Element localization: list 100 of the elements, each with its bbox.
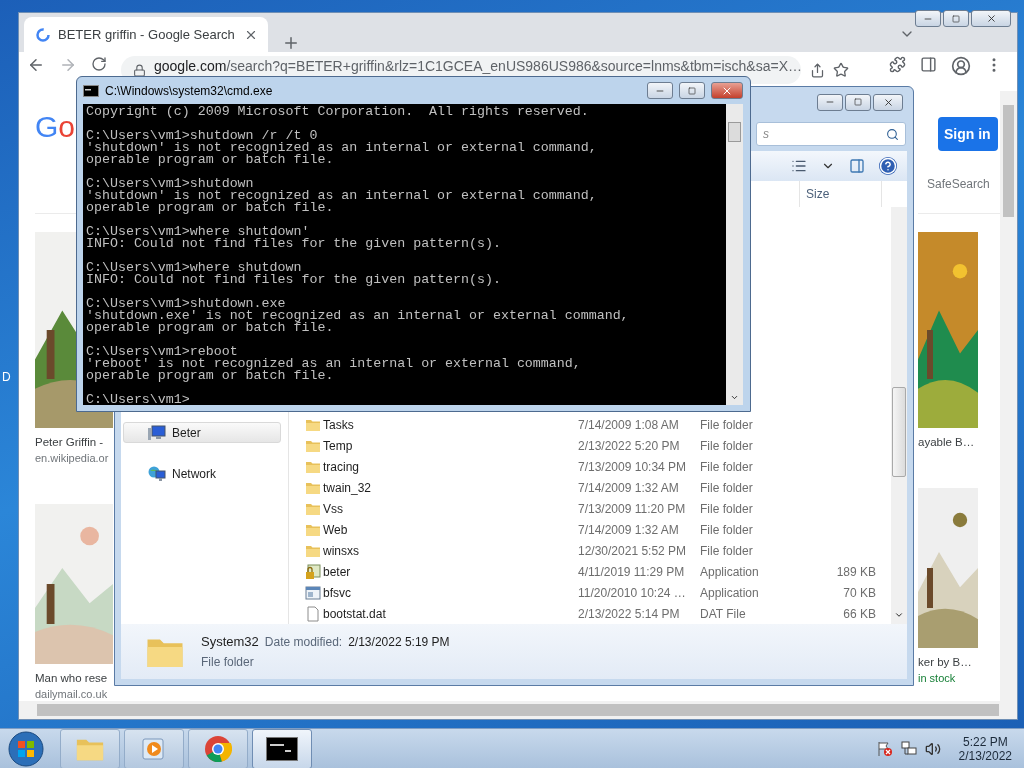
console-line: operable program or batch file.: [86, 322, 334, 334]
close-button[interactable]: [971, 10, 1011, 27]
result-caption[interactable]: Peter Griffin -: [35, 436, 104, 448]
file-name: Vss: [323, 501, 344, 516]
file-date: 4/11/2019 11:29 PM: [578, 564, 686, 579]
maximize-icon: [688, 86, 696, 95]
start-button[interactable]: [6, 729, 46, 768]
console-line: C:\Users\vm1>: [86, 394, 191, 405]
file-date: 2/13/2022 5:20 PM: [578, 438, 681, 453]
help-icon[interactable]: [879, 157, 897, 175]
console-line: operable program or batch file.: [86, 370, 335, 382]
browser-tab[interactable]: BETER griffin - Google Search: [24, 17, 268, 52]
flag-icon[interactable]: [876, 740, 893, 757]
console-line: INFO: Could not find files for the given pattern(s).: [86, 274, 502, 286]
file-row[interactable]: Vss 7/13/2009 11:20 PM File folder: [289, 498, 891, 519]
google-logo[interactable]: Go: [35, 111, 76, 143]
scroll-down-icon[interactable]: [730, 393, 739, 402]
search-icon: [886, 127, 899, 141]
padlock-app-icon: [305, 563, 321, 580]
console-line: operable program or batch file.: [86, 202, 335, 214]
file-row[interactable]: beter 4/11/2019 11:29 PM Application 189 KB: [289, 561, 891, 582]
file-row[interactable]: bootstat.dat 2/13/2022 5:14 PM DAT File 66 KB: [289, 603, 891, 624]
file-date: 2/13/2022 5:14 PM: [578, 606, 681, 621]
result-caption[interactable]: ayable B…: [918, 436, 975, 448]
file-type: DAT File: [700, 606, 747, 621]
volume-icon[interactable]: [924, 740, 941, 757]
console-line: 'shutdown.exe' is not recognized as an internal or external command,: [86, 310, 630, 322]
minimize-button[interactable]: [647, 82, 673, 99]
console-line: INFO: Could not find files for the given pattern(s).: [86, 238, 502, 250]
extensions-icon[interactable]: [889, 56, 906, 73]
result-caption[interactable]: ker by B…: [918, 656, 972, 668]
side-panel-icon[interactable]: [920, 56, 937, 73]
result-source: dailymail.co.uk: [35, 688, 108, 700]
file-row[interactable]: bfsvc 11/20/2010 10:24 … Application 70 KB: [289, 582, 891, 603]
minimize-button[interactable]: [817, 93, 843, 111]
vertical-scrollbar[interactable]: [891, 207, 907, 624]
file-name: Temp: [323, 438, 354, 453]
file-date: 7/14/2009 1:08 AM: [578, 417, 680, 432]
file-row[interactable]: Tasks 7/14/2009 1:08 AM File folder: [289, 414, 891, 435]
nav-item[interactable]: Network: [123, 463, 281, 484]
application-icon: [305, 584, 321, 601]
console-icon: [266, 736, 298, 761]
search-field[interactable]: s: [756, 122, 906, 146]
column-header[interactable]: Size: [800, 181, 882, 207]
file-type: Application: [700, 564, 760, 579]
console-line: C:\Users\vm1>shutdown: [86, 178, 254, 190]
horizontal-scrollbar[interactable]: [19, 701, 1017, 719]
star-icon[interactable]: [833, 62, 849, 78]
console-line: Copyright (c) 2009 Microsoft Corporation. All rights reserved.: [86, 106, 590, 118]
vertical-scrollbar[interactable]: [1000, 91, 1017, 701]
share-icon[interactable]: [810, 62, 825, 78]
nav-item[interactable]: Beter: [123, 422, 281, 443]
google-icon: [36, 27, 50, 42]
file-size: 66 KB: [842, 606, 876, 621]
file-size: 189 KB: [835, 564, 876, 579]
scroll-down-icon[interactable]: [894, 610, 904, 620]
result-caption[interactable]: Man who rese: [35, 672, 108, 684]
close-button[interactable]: [873, 93, 903, 111]
scrollbar-thumb[interactable]: [892, 387, 906, 477]
clock[interactable]: 5:22 PM 2/13/2022: [958, 734, 1012, 763]
maximize-icon: [854, 98, 862, 106]
file-type: File folder: [700, 417, 754, 432]
file-row[interactable]: winsxs 12/30/2021 5:52 PM File folder: [289, 540, 891, 561]
file-row[interactable]: Temp 2/13/2022 5:20 PM File folder: [289, 435, 891, 456]
file-row[interactable]: twain_32 7/14/2009 1:32 AM File folder: [289, 477, 891, 498]
details-type: File folder: [201, 655, 255, 669]
file-row[interactable]: Web 7/14/2009 1:32 AM File folder: [289, 519, 891, 540]
profile-icon[interactable]: [951, 56, 971, 76]
sign-in-button[interactable]: Sign in: [938, 117, 998, 151]
console-line: operable program or batch file.: [86, 154, 335, 166]
file-date: 7/13/2009 11:20 PM: [578, 501, 687, 516]
file-type: File folder: [700, 522, 754, 537]
file-date: 12/30/2021 5:52 PM: [578, 543, 688, 558]
taskbar-app[interactable]: [252, 728, 312, 768]
minimize-button[interactable]: [915, 10, 941, 27]
close-button[interactable]: [711, 82, 743, 99]
maximize-button[interactable]: [679, 82, 705, 99]
vertical-scrollbar[interactable]: [726, 104, 743, 405]
safesearch-filter[interactable]: SafeSearch: [927, 177, 1000, 191]
reload-icon[interactable]: [91, 56, 107, 72]
preview-pane-icon[interactable]: [849, 158, 865, 174]
file-row[interactable]: tracing 7/13/2009 10:34 PM File folder: [289, 456, 891, 477]
window-title: C:\Windows\system32\cmd.exe: [105, 83, 274, 98]
scrollbar-thumb[interactable]: [728, 122, 741, 142]
file-name: Tasks: [323, 417, 355, 432]
close-icon: [985, 13, 997, 24]
details-name: System32: [201, 634, 259, 649]
network-icon[interactable]: [900, 740, 917, 757]
file-date: 11/20/2010 10:24 …: [578, 585, 687, 600]
maximize-button[interactable]: [943, 10, 969, 27]
back-icon[interactable]: [27, 56, 45, 74]
chrome-icon: [204, 734, 232, 763]
desktop-icon-label[interactable]: D: [2, 370, 11, 384]
file-type: File folder: [700, 438, 754, 453]
console-line: 'reboot' is not recognized as an internal or external command,: [86, 358, 582, 370]
details-label: Date modified:: [264, 635, 343, 649]
new-tab-icon[interactable]: [282, 34, 300, 52]
maximize-button[interactable]: [845, 93, 871, 111]
view-list-icon[interactable]: [791, 158, 807, 174]
file-name: twain_32: [323, 480, 373, 495]
